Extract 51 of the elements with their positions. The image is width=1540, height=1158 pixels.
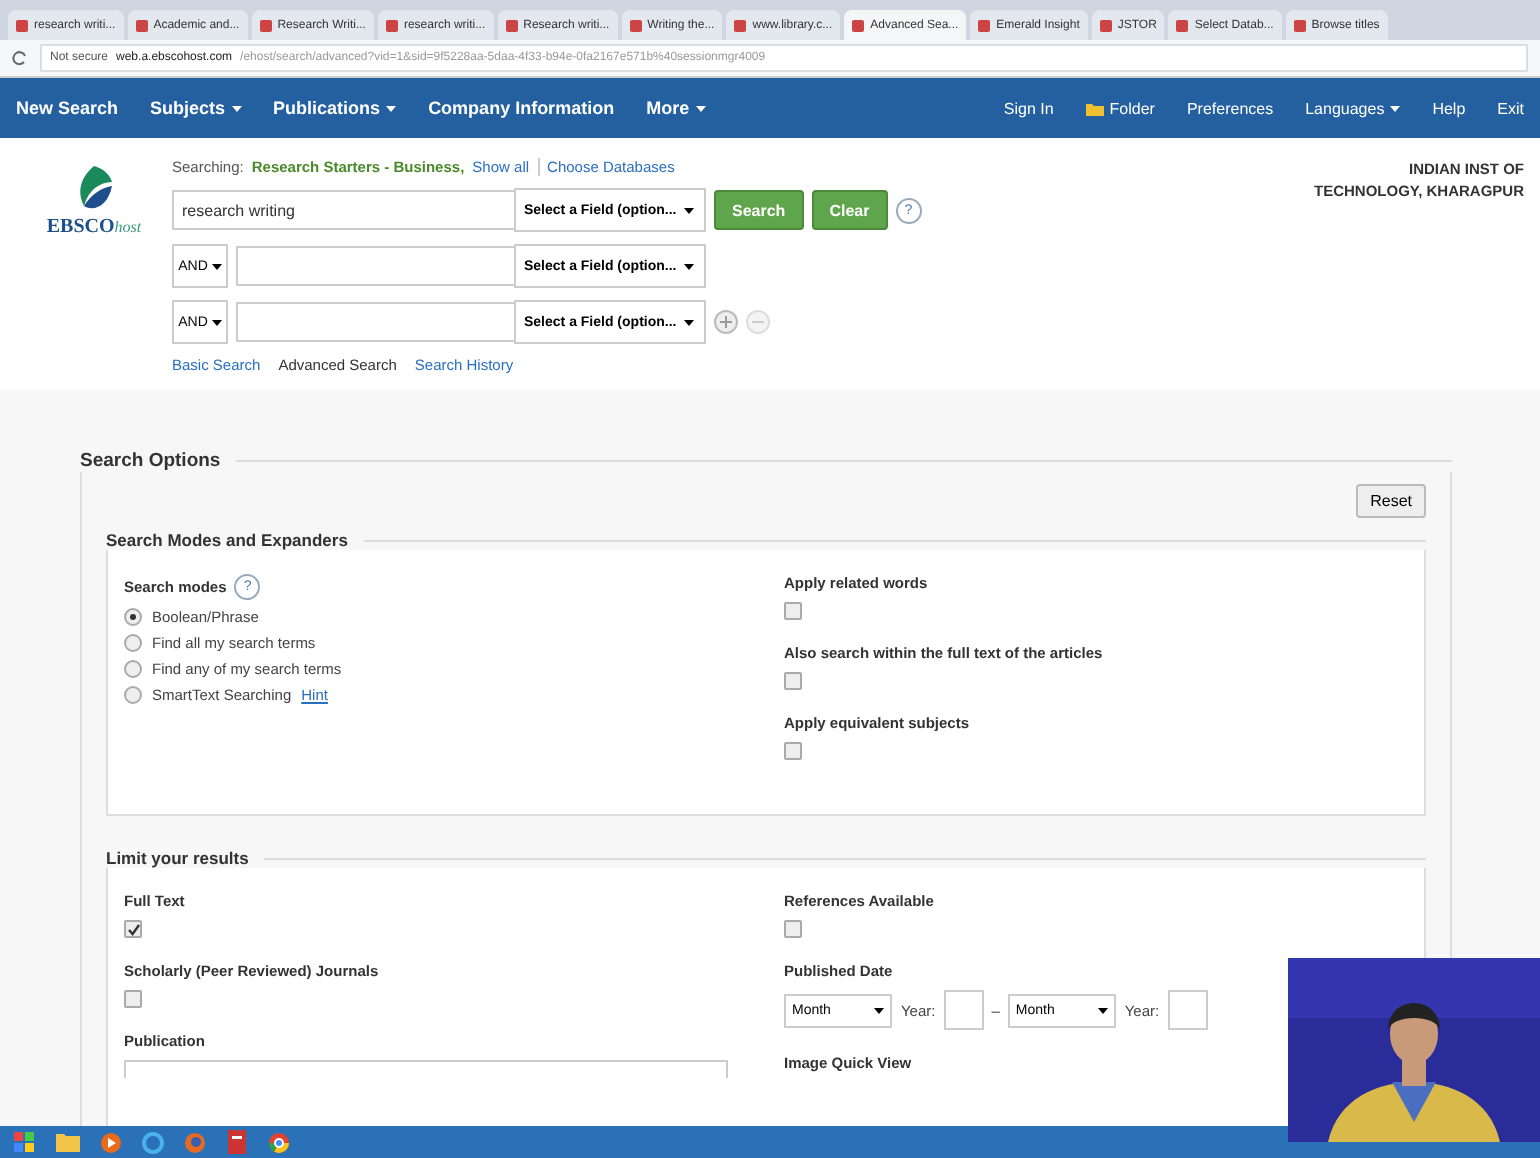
nav-link[interactable]: Subjects: [150, 98, 242, 118]
nav-link[interactable]: Publications: [273, 98, 397, 118]
publication-field[interactable]: [124, 1060, 728, 1078]
year-field[interactable]: [943, 990, 984, 1030]
radio-button[interactable]: [124, 686, 142, 704]
logo-text: EBSCOhost: [46, 216, 142, 238]
remove-row-icon[interactable]: [746, 310, 770, 334]
folder-icon: [1085, 101, 1104, 115]
caret-icon: [1098, 1007, 1109, 1013]
chrome-icon[interactable]: [268, 1131, 290, 1153]
document-icon[interactable]: [226, 1130, 248, 1154]
nav-link[interactable]: Exit: [1497, 99, 1524, 117]
section-title: Limit your results: [106, 848, 249, 868]
section-title: Search Options: [80, 450, 221, 472]
checkbox[interactable]: [784, 742, 802, 760]
checkbox[interactable]: [784, 602, 802, 620]
browser-icon[interactable]: [142, 1131, 164, 1153]
radio-button[interactable]: [124, 608, 142, 626]
caret-icon: [684, 319, 695, 325]
nav-link[interactable]: Company Information: [428, 98, 615, 118]
nav-link[interactable]: Help: [1432, 99, 1466, 117]
nav-link[interactable]: Sign In: [1003, 99, 1054, 117]
nav-link[interactable]: Folder: [1085, 99, 1155, 117]
search-field[interactable]: [236, 246, 516, 286]
search-field[interactable]: [236, 302, 516, 342]
checkbox[interactable]: [124, 990, 142, 1008]
caret-icon: [874, 1007, 885, 1013]
folder-icon[interactable]: [56, 1132, 80, 1152]
radio-button[interactable]: [124, 660, 142, 678]
media-player-icon[interactable]: [100, 1131, 122, 1153]
section-title: Search Modes and Expanders: [106, 530, 348, 550]
radio-button[interactable]: [124, 634, 142, 652]
reset-button[interactable]: Reset: [1356, 484, 1426, 518]
nav-link[interactable]: Languages: [1305, 99, 1401, 117]
reload-icon[interactable]: [12, 50, 28, 66]
search-field[interactable]: research writing: [172, 190, 516, 230]
nav-link[interactable]: More: [646, 98, 706, 118]
firefox-icon[interactable]: [184, 1131, 206, 1153]
nav-link[interactable]: New Search: [16, 98, 119, 118]
logo-icon: [76, 166, 112, 210]
start-icon[interactable]: [12, 1130, 36, 1154]
nav-link[interactable]: Preferences: [1186, 99, 1274, 117]
checkbox[interactable]: [784, 672, 802, 690]
year-field[interactable]: [1167, 990, 1208, 1030]
caret-icon: [684, 207, 695, 213]
caret-icon: [211, 263, 222, 269]
add-row-icon[interactable]: [714, 310, 738, 334]
checkbox[interactable]: [784, 920, 802, 938]
checkbox[interactable]: [124, 920, 142, 938]
caret-icon: [684, 263, 695, 269]
caret-icon: [211, 319, 222, 325]
